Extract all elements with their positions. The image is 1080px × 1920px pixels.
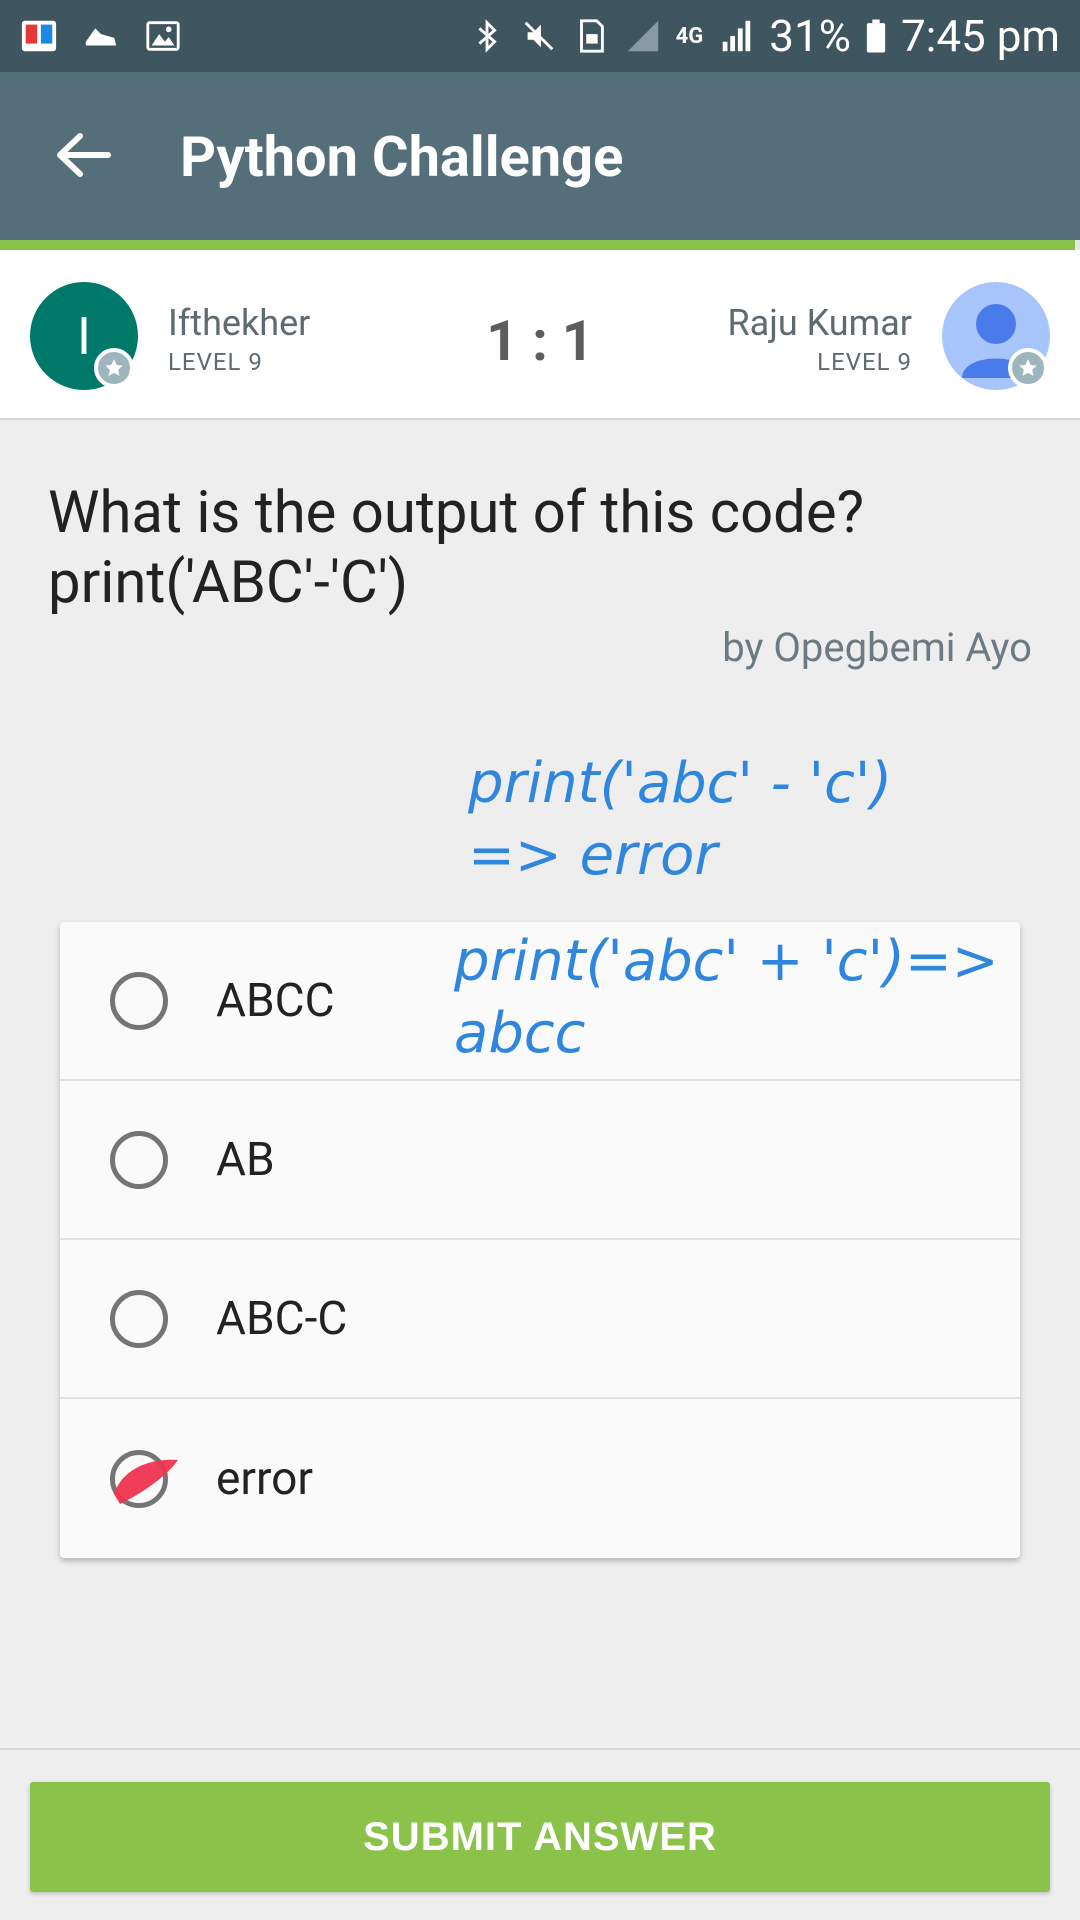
dictionary-app-icon [21, 20, 57, 52]
question-line-1: What is the output of this code? [48, 479, 865, 547]
sim-card-icon [579, 19, 604, 53]
progress-fill [0, 240, 1075, 250]
system-icons: 4G 31% 7:45 pm [468, 10, 1060, 62]
handwritten-note-1-line-2: => error [468, 823, 718, 888]
option-row[interactable]: ABC-C [60, 1240, 1020, 1399]
red-highlight-scribble [114, 1459, 178, 1504]
question-code: print('ABC'-'C') [48, 549, 409, 617]
option-row[interactable]: AB [60, 1081, 1020, 1240]
player-right-level: LEVEL 9 [817, 348, 912, 376]
option-label: ABCC [216, 973, 335, 1028]
option-label: ABC-C [216, 1291, 348, 1346]
divider [0, 1748, 1080, 1750]
radio-button[interactable] [110, 971, 168, 1030]
mute-icon [524, 21, 553, 51]
handwritten-note-2-line-2: abcc [454, 1001, 586, 1066]
status-bar: 4G 31% 7:45 pm [0, 0, 1080, 72]
signal-icon-sim1 [627, 20, 658, 52]
option-label: error [216, 1451, 313, 1506]
battery-icon [866, 19, 886, 53]
question-text: What is the output of this code? print('… [48, 478, 1048, 618]
player-right-name: Raju Kumar [727, 302, 912, 344]
shoe-icon [85, 28, 117, 46]
handwritten-note-1: print('abc' - 'c') => error [468, 748, 892, 892]
app-bar: Python Challenge [0, 72, 1080, 240]
handwritten-note-2-line-1: print('abc' + 'c')=> [454, 929, 999, 994]
option-row-selected[interactable]: error [60, 1399, 1020, 1558]
handwritten-note-2: print('abc' + 'c')=> abcc [454, 926, 999, 1070]
star-icon [1019, 359, 1037, 376]
handwritten-note-1-line-1: print('abc' - 'c') [468, 751, 893, 816]
player-right-level-badge [1008, 348, 1048, 388]
clock: 7:45 pm [900, 10, 1060, 62]
players-header: I Ifthekher LEVEL 9 1 : 1 Raju Kumar LEV… [0, 250, 1080, 420]
image-icon [146, 21, 180, 51]
bluetooth-icon [478, 19, 497, 53]
back-arrow-icon[interactable] [50, 122, 116, 188]
battery-percent: 31% [769, 10, 851, 62]
option-label: AB [216, 1132, 275, 1187]
score: 1 : 1 [486, 308, 594, 374]
question-author: by Opegbemi Ayo [722, 624, 1032, 671]
radio-button[interactable] [110, 1130, 168, 1189]
submit-answer-button[interactable]: SUBMIT ANSWER [30, 1782, 1050, 1892]
notification-icons [20, 17, 182, 55]
page-title: Python Challenge [180, 124, 624, 190]
challenge-progress-bar [0, 240, 1080, 250]
radio-button[interactable] [110, 1289, 168, 1348]
network-type-label: 4G [675, 23, 704, 49]
signal-bars-icon [722, 20, 751, 52]
